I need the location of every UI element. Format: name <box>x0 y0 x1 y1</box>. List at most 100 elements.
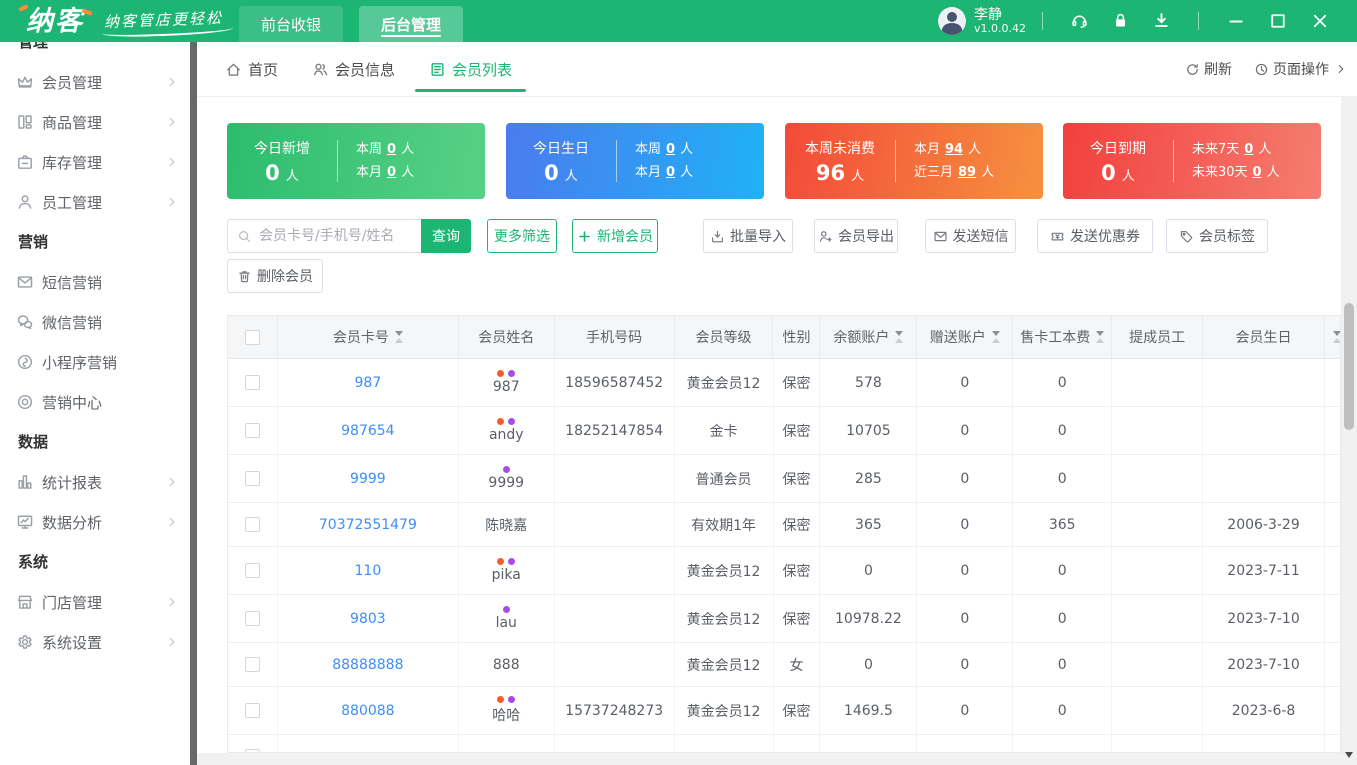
sidebar-item-label: 商品管理 <box>42 113 103 132</box>
tab-home[interactable]: 首页 <box>225 42 278 96</box>
tab-member-list[interactable]: 会员列表 <box>415 42 527 96</box>
sort-icon[interactable] <box>1332 331 1340 343</box>
sort-icon[interactable] <box>394 331 403 343</box>
cell-value: 保密 <box>782 517 811 534</box>
add-member-button[interactable]: 新增会员 <box>572 219 658 253</box>
member-card-link[interactable]: 70372551479 <box>319 517 417 533</box>
export-members-button[interactable]: 会员导出 <box>814 219 898 253</box>
sidebar-scrollbar[interactable] <box>190 42 197 765</box>
button-label: 发送短信 <box>952 229 1009 245</box>
select-all-checkbox[interactable] <box>244 329 260 345</box>
row-checkbox[interactable] <box>244 703 260 718</box>
sidebar-item-marketing-center[interactable]: 营销中心 <box>0 382 190 422</box>
stat-card-number: 0 <box>265 160 280 185</box>
search-input[interactable] <box>259 228 421 244</box>
sidebar-item-miniapp-marketing[interactable]: 小程序营销 <box>0 342 190 382</box>
member-card-link[interactable]: 88888888 <box>332 657 403 673</box>
row-checkbox[interactable] <box>244 423 260 438</box>
batch-import-button[interactable]: 批量导入 <box>703 219 793 253</box>
trash-icon <box>237 269 252 284</box>
user-name: 李静 <box>974 6 1002 23</box>
cell-partial <box>1325 359 1340 406</box>
sub-row-label: 本月 <box>356 165 383 180</box>
cell-name <box>459 735 555 752</box>
sidebar-item-stock-mgmt[interactable]: 库存管理 <box>0 142 190 182</box>
send-sms-button[interactable]: 发送短信 <box>925 219 1016 253</box>
sub-row-value[interactable]: 0 <box>387 142 396 157</box>
sort-icon[interactable] <box>1096 331 1105 343</box>
sidebar-item-member-mgmt[interactable]: 会员管理 <box>0 62 190 102</box>
sub-row-value[interactable]: 94 <box>945 142 963 157</box>
app-version: v1.0.0.42 <box>974 21 1026 35</box>
sub-row-value[interactable]: 89 <box>958 165 976 180</box>
row-checkbox[interactable] <box>244 563 260 578</box>
column-header-balance[interactable]: 余额账户 <box>820 316 918 358</box>
cell-name: 987 <box>459 359 555 406</box>
cell-card_fee: 0 <box>1013 359 1113 406</box>
maximize-button[interactable] <box>1268 11 1288 31</box>
cell-gift: 0 <box>917 455 1014 502</box>
sub-row-value[interactable]: 0 <box>1244 142 1253 157</box>
tag-dot-purple <box>502 606 510 613</box>
send-coupon-button[interactable]: 发送优惠券 <box>1037 219 1153 253</box>
avatar[interactable] <box>938 6 966 35</box>
tab-member-info[interactable]: 会员信息 <box>312 42 395 96</box>
member-tags-button[interactable]: 会员标签 <box>1166 219 1268 253</box>
refresh-button[interactable]: 刷新 <box>1185 59 1232 79</box>
download-icon[interactable] <box>1152 11 1171 30</box>
row-checkbox[interactable] <box>244 611 260 626</box>
cell-value: 0 <box>960 610 970 627</box>
sidebar-item-data-analysis[interactable]: 数据分析 <box>0 502 190 542</box>
cell-gift: 0 <box>917 547 1014 594</box>
nav-tab-backend-admin[interactable]: 后台管理 <box>359 6 464 42</box>
member-tag-dots <box>497 558 516 565</box>
cell-gift: 0 <box>917 503 1014 546</box>
sub-row-value[interactable]: 0 <box>666 165 675 180</box>
cell-value: 578 <box>855 374 882 391</box>
scrollbar-thumb[interactable] <box>1344 303 1354 430</box>
sidebar-item-system-settings[interactable]: 系统设置 <box>0 622 190 662</box>
minimize-button[interactable] <box>1226 11 1246 31</box>
member-name: andy <box>488 427 524 443</box>
member-card-link[interactable]: 9803 <box>350 611 386 627</box>
delete-member-button[interactable]: 删除会员 <box>227 259 323 293</box>
close-button[interactable] <box>1310 11 1330 31</box>
cell-phone <box>555 503 675 546</box>
sidebar-item-stat-report[interactable]: 统计报表 <box>0 462 190 502</box>
column-header-gift[interactable]: 赠送账户 <box>917 316 1014 358</box>
nav-tab-front-cashier[interactable]: 前台收银 <box>239 6 344 42</box>
member-card-link[interactable]: 110 <box>355 563 382 579</box>
sub-row-value[interactable]: 0 <box>666 142 675 157</box>
sort-icon[interactable] <box>991 331 1000 343</box>
sidebar-item-product-mgmt[interactable]: 商品管理 <box>0 102 190 142</box>
sidebar-item-wechat-marketing[interactable]: 微信营销 <box>0 302 190 342</box>
page-operations-label: 页面操作 <box>1273 62 1329 78</box>
sort-icon[interactable] <box>895 331 904 343</box>
member-card-link[interactable]: 9999 <box>350 471 386 487</box>
lock-icon[interactable] <box>1111 11 1130 30</box>
member-card-link[interactable]: 880088 <box>341 703 394 719</box>
row-checkbox[interactable] <box>244 375 260 390</box>
member-card-link[interactable]: 987654 <box>341 423 394 439</box>
cell-birthday: 2023-7-10 <box>1203 595 1325 642</box>
more-filters-button[interactable]: 更多筛选 <box>487 219 557 253</box>
sub-row-value[interactable]: 0 <box>1253 165 1262 180</box>
member-card-link[interactable]: 987 <box>355 375 382 391</box>
page-operations-button[interactable]: 页面操作 <box>1254 59 1347 79</box>
column-header-partial[interactable] <box>1325 316 1340 358</box>
scrollbar-down-arrow[interactable] <box>1345 752 1353 758</box>
vertical-scrollbar[interactable] <box>1341 97 1357 765</box>
sidebar-item-sms-marketing[interactable]: 短信营销 <box>0 262 190 302</box>
cell-phone <box>555 547 675 594</box>
sidebar-item-staff-mgmt[interactable]: 员工管理 <box>0 182 190 222</box>
row-checkbox[interactable] <box>244 657 260 672</box>
row-checkbox[interactable] <box>244 471 260 486</box>
column-header-card_no[interactable]: 会员卡号 <box>278 316 459 358</box>
column-header-card_fee[interactable]: 售卡工本费 <box>1013 316 1113 358</box>
sidebar-section-title: 系统 <box>18 553 49 571</box>
sub-row-value[interactable]: 0 <box>387 165 396 180</box>
customer-service-icon[interactable] <box>1070 11 1089 30</box>
sidebar-item-store-mgmt[interactable]: 门店管理 <box>0 582 190 622</box>
row-checkbox[interactable] <box>244 517 260 532</box>
query-button[interactable]: 查询 <box>421 219 471 253</box>
